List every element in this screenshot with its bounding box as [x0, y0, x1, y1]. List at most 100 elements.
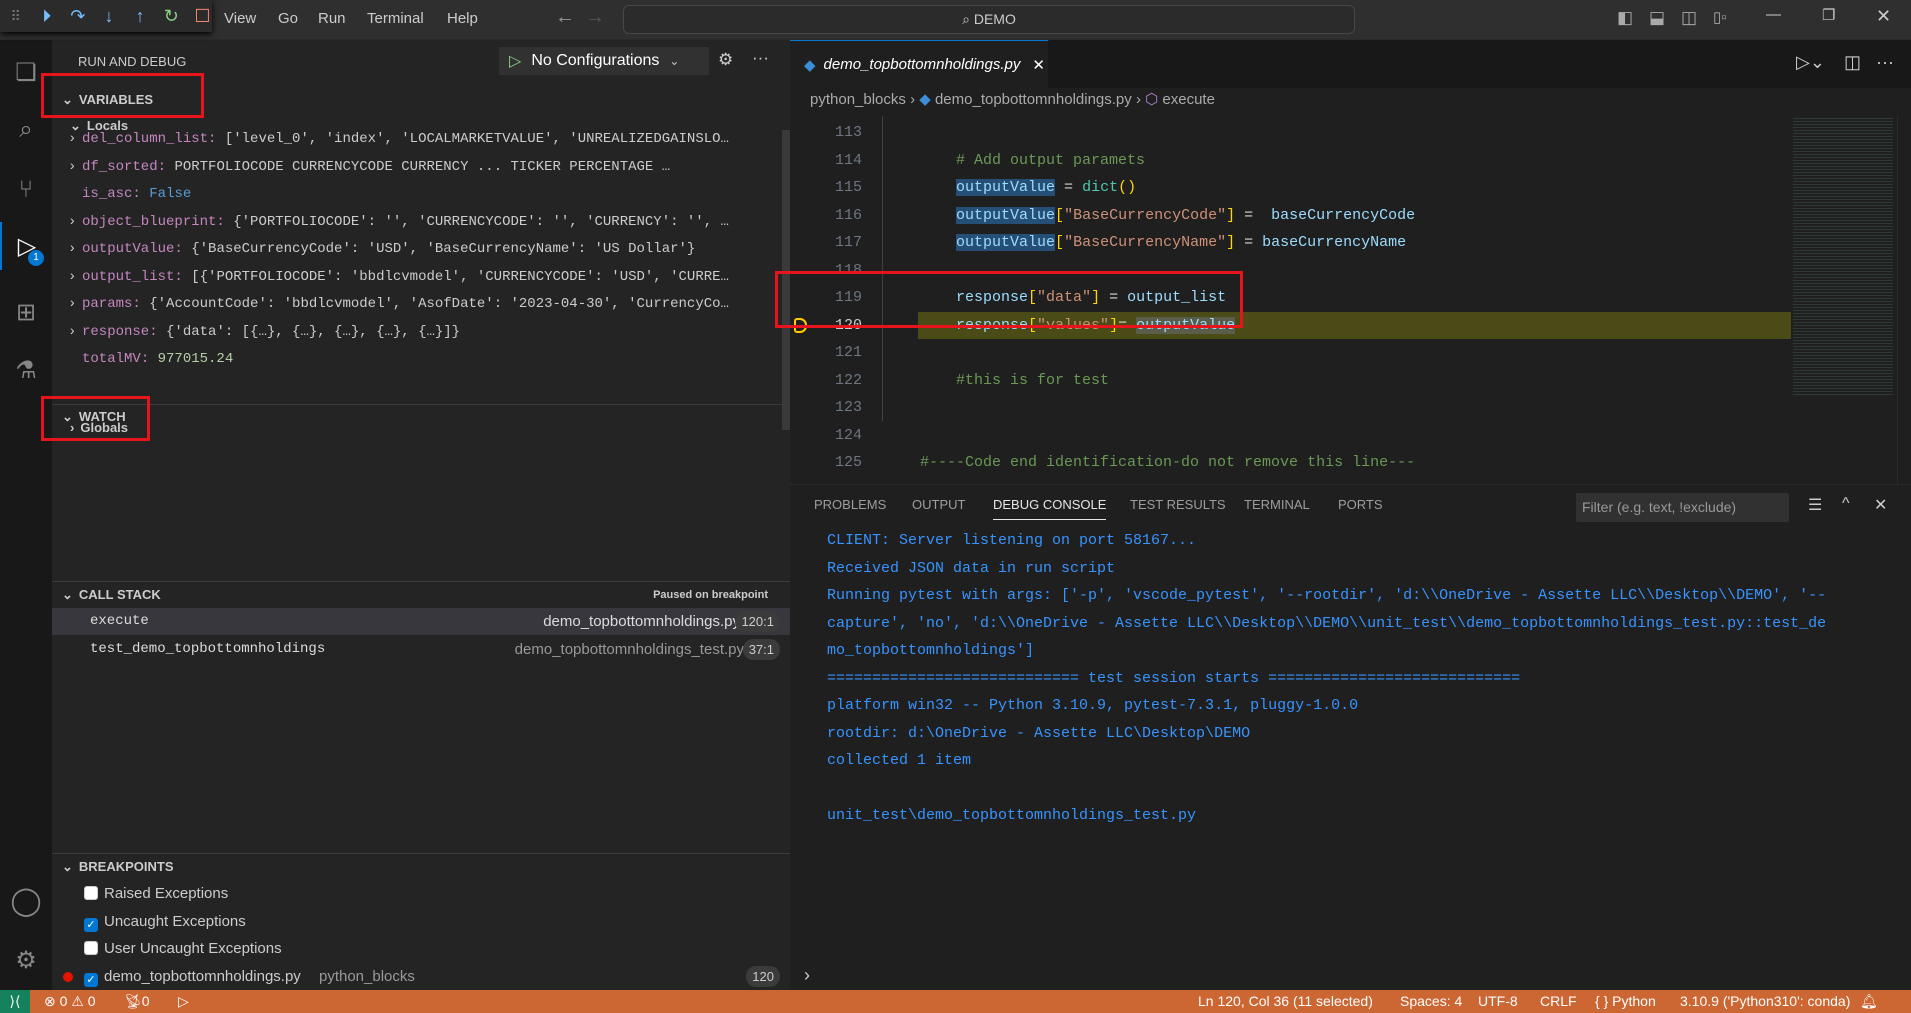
variable-item[interactable]: totalMV: 977015.24 — [52, 346, 782, 373]
menu-view[interactable]: View — [224, 10, 256, 27]
variable-item[interactable]: › response: {'data': [{…}, {…}, {…}, {…},… — [52, 319, 782, 346]
variable-item[interactable]: › del_column_list: ['level_0', 'index', '… — [52, 128, 782, 153]
back-icon[interactable]: ← — [555, 6, 575, 29]
code-line[interactable]: 116 outputValue["BaseCurrencyCode"] = ba… — [790, 202, 1791, 230]
breakpoint-item[interactable]: ✓ Uncaught Exceptions — [52, 908, 790, 935]
chevron-down-icon: ⌄ — [669, 54, 680, 68]
configuration-select[interactable]: ▷ No Configurations ⌄ — [499, 47, 709, 75]
code-line[interactable]: 124 — [790, 422, 1791, 450]
stack-frame[interactable]: test_demo_topbottomnholdings demo_topbott… — [52, 636, 790, 663]
menu-help[interactable]: Help — [447, 10, 478, 27]
minimap[interactable] — [1793, 116, 1893, 396]
restore-icon[interactable]: ❐ — [1822, 6, 1835, 24]
toggle-sidebar-icon[interactable]: ◧ — [1617, 8, 1633, 28]
variable-item[interactable]: › df_sorted: PORTFOLIOCODE CURRENCYCODE C… — [52, 154, 782, 181]
breakpoint-item[interactable]: Raised Exceptions — [52, 880, 790, 907]
breakpoint-item-file[interactable]: ✓ demo_topbottomnholdings.py python_block… — [52, 963, 790, 990]
code-line[interactable]: 121 — [790, 339, 1791, 367]
ports-status[interactable]: 📡︎0 — [124, 993, 150, 1010]
source-control-icon[interactable]: ⑂ — [0, 166, 52, 214]
remote-icon[interactable]: ⟩⟨ — [0, 990, 30, 1013]
extensions-icon[interactable]: ⊞ — [0, 288, 52, 336]
gear-icon[interactable]: ⚙ — [718, 50, 733, 70]
code-line[interactable]: 115 outputValue = dict() — [790, 174, 1791, 202]
code-line[interactable]: 114 # Add output paramets — [790, 147, 1791, 175]
forward-icon[interactable]: → — [585, 6, 605, 29]
split-editor-icon[interactable]: ◫ — [1844, 52, 1861, 73]
step-out-icon[interactable]: ↑ — [131, 6, 150, 27]
notifications-bell-icon[interactable]: 🔔︎ — [1860, 993, 1878, 1010]
method-cube-icon: ⬡ — [1145, 91, 1159, 108]
problems-status[interactable]: ⊗ 0 ⚠ 0 — [44, 993, 96, 1010]
breakpoint-checkbox[interactable] — [84, 886, 98, 900]
step-into-icon[interactable]: ↓ — [99, 6, 118, 27]
editor-tab[interactable]: ◆ demo_topbottomnholdings.py ✕ — [790, 40, 1048, 88]
close-panel-icon[interactable]: ✕ — [1874, 495, 1887, 515]
language-mode[interactable]: { } Python — [1595, 993, 1656, 1009]
more-actions-icon[interactable]: ··· — [752, 48, 769, 68]
breakpoint-checkbox[interactable] — [84, 941, 98, 955]
menu-go[interactable]: Go — [278, 10, 298, 27]
maximize-panel-icon[interactable]: ^ — [1842, 495, 1850, 513]
variable-item[interactable]: › object_blueprint: {'PORTFOLIOCODE': '',… — [52, 209, 782, 236]
panel-tab-debug-console[interactable]: DEBUG CONSOLE — [993, 497, 1107, 520]
close-window-icon[interactable]: ✕ — [1876, 6, 1891, 27]
editor-scrollbar[interactable] — [1897, 116, 1911, 484]
testing-icon[interactable]: ⚗ — [0, 346, 52, 394]
cursor-position[interactable]: Ln 120, Col 36 (11 selected) — [1198, 993, 1373, 1009]
run-file-icon[interactable]: ▷⌄ — [1796, 52, 1825, 73]
panel-tab-test-results[interactable]: TEST RESULTS — [1130, 497, 1226, 512]
customize-layout-icon[interactable]: ▯▫ — [1713, 8, 1727, 26]
chevron-right-icon: › — [68, 213, 77, 230]
chevron-right-icon: › — [68, 323, 77, 340]
stack-frame[interactable]: execute demo_topbottomnholdings.py 120:1 — [52, 608, 790, 635]
variable-item[interactable]: › outputValue: {'BaseCurrencyCode': 'USD'… — [52, 236, 782, 263]
python-interpreter[interactable]: 3.10.9 ('Python310': conda) — [1680, 993, 1850, 1009]
panel-tab-problems[interactable]: PROBLEMS — [814, 497, 886, 512]
variable-item[interactable]: › params: {'AccountCode': 'bbdlcvmodel', … — [52, 291, 782, 318]
step-over-icon[interactable]: ↷ — [68, 6, 87, 27]
code-line[interactable]: 125 #----Code end identification-do not r… — [790, 449, 1791, 477]
code-line[interactable]: 113 — [790, 119, 1791, 147]
continue-icon[interactable]: ⏵ — [37, 6, 56, 27]
breadcrumb: python_blocks › ◆ demo_topbottomnholding… — [810, 91, 1215, 108]
line-ending[interactable]: CRLF — [1540, 993, 1577, 1009]
code-line[interactable]: 122 #this is for test — [790, 367, 1791, 395]
breakpoints-section-header[interactable]: ⌄ BREAKPOINTS — [52, 853, 790, 879]
encoding[interactable]: UTF-8 — [1478, 993, 1518, 1009]
more-actions-icon[interactable]: ··· — [1876, 52, 1894, 73]
clear-console-icon[interactable]: ☰ — [1808, 495, 1822, 515]
stop-icon[interactable]: ☐ — [193, 6, 212, 27]
account-icon[interactable]: ◯ — [0, 876, 52, 924]
command-center-search[interactable]: ⌕ DEMO — [623, 5, 1355, 34]
close-tab-icon[interactable]: ✕ — [1032, 56, 1045, 74]
console-filter-input[interactable]: Filter (e.g. text, !exclude) — [1576, 493, 1789, 522]
code-line[interactable]: 123 — [790, 394, 1791, 422]
toggle-secondary-sidebar-icon[interactable]: ◫ — [1681, 8, 1697, 28]
settings-gear-icon[interactable]: ⚙ — [0, 936, 52, 984]
panel-tab-output[interactable]: OUTPUT — [912, 497, 965, 512]
panel-tab-ports[interactable]: PORTS — [1338, 497, 1383, 512]
watch-section-header[interactable]: ⌄ WATCH — [52, 405, 790, 429]
drag-handle-icon[interactable]: ⠿ — [6, 8, 25, 25]
indentation[interactable]: Spaces: 4 — [1400, 993, 1462, 1009]
minimize-icon[interactable]: — — [1766, 6, 1781, 23]
breakpoint-checkbox[interactable]: ✓ — [84, 917, 98, 932]
toggle-panel-icon[interactable]: ⬓ — [1649, 8, 1665, 28]
menu-terminal[interactable]: Terminal — [367, 10, 424, 27]
run-debug-icon[interactable]: ▷ 1 — [0, 222, 52, 270]
code-line[interactable]: 117 outputValue["BaseCurrencyName"] = ba… — [790, 229, 1791, 257]
variable-item[interactable]: › output_list: [{'PORTFOLIOCODE': 'bbdlcv… — [52, 264, 782, 291]
start-debugging-icon[interactable]: ▷ — [509, 51, 521, 71]
call-stack-section-header[interactable]: ⌄ CALL STACK Paused on breakpoint — [52, 581, 790, 607]
variable-item[interactable]: is_asc: False — [52, 181, 782, 208]
sidebar-title: RUN AND DEBUG — [78, 54, 187, 69]
debug-status-icon[interactable]: ▷ — [178, 993, 189, 1010]
menu-run[interactable]: Run — [318, 10, 346, 27]
breakpoint-checkbox[interactable]: ✓ — [84, 973, 98, 987]
panel-tab-terminal[interactable]: TERMINAL — [1244, 497, 1310, 512]
restart-icon[interactable]: ↻ — [162, 6, 181, 27]
breakpoint-item[interactable]: User Uncaught Exceptions — [52, 935, 790, 962]
search-icon: ⌕ — [962, 11, 974, 27]
console-prompt-chevron-icon[interactable]: › — [804, 965, 810, 986]
